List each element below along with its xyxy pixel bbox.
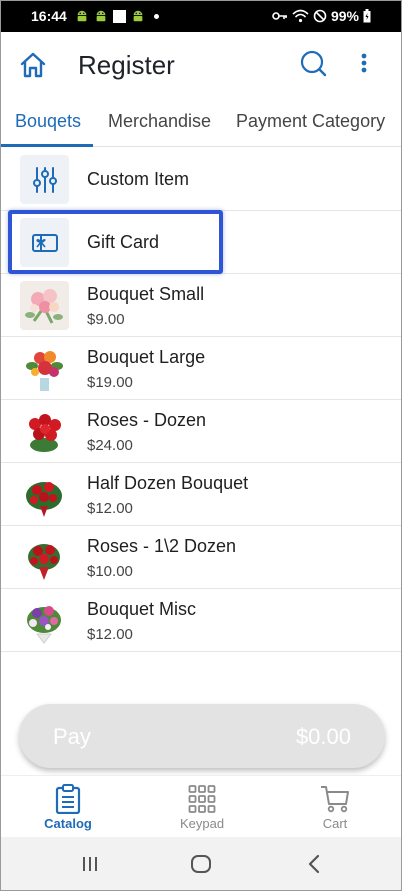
home-button-icon[interactable]: [190, 854, 212, 874]
notification-dot-icon: [154, 13, 159, 19]
tab-merchandise[interactable]: Merchandise: [108, 111, 211, 132]
cart-icon: [321, 786, 349, 813]
bouquet-misc-image: [20, 596, 69, 645]
battery-icon: [363, 9, 371, 23]
bouquet-small-image: [20, 281, 69, 330]
item-name: Custom Item: [87, 169, 190, 189]
item-name: Roses - 1\2 Dozen: [87, 536, 237, 556]
item-price: $12.00: [87, 500, 133, 517]
item-list: Custom Item Gift Card Bouquet Small $9.0…: [1, 148, 401, 652]
bottom-nav: Catalog Keypad Cart: [1, 775, 401, 837]
category-tabs: Bouqets Merchandise Payment Category: [1, 98, 401, 147]
gift-card-icon: [20, 218, 69, 267]
status-system-icons: 99%: [272, 8, 371, 24]
android-icon: [133, 10, 143, 22]
list-item-bouquet-small[interactable]: Bouquet Small $9.00: [1, 274, 401, 337]
pay-label: Pay: [53, 724, 91, 749]
bouquet-large-image: [20, 344, 69, 393]
roses-dozen-image: [20, 407, 69, 456]
do-not-disturb-icon: [313, 9, 327, 23]
half-dozen-image: [20, 470, 69, 519]
phone-screen: 16:44 99% Register Bouqets Merchandise P…: [0, 0, 402, 891]
app-bar: Register: [1, 32, 401, 98]
sliders-icon: [20, 155, 69, 204]
list-item-bouquet-misc[interactable]: Bouquet Misc $12.00: [1, 589, 401, 652]
system-nav-bar: [1, 837, 401, 890]
tab-payment-category[interactable]: Payment Category: [236, 111, 385, 132]
page-title: Register: [78, 50, 175, 80]
list-item-half-dozen-bouquet[interactable]: Half Dozen Bouquet $12.00: [1, 463, 401, 526]
search-icon[interactable]: [299, 49, 327, 77]
more-vert-icon[interactable]: [359, 52, 369, 78]
android-icon: [77, 10, 87, 22]
nav-cart[interactable]: Cart: [285, 784, 385, 831]
item-price: $24.00: [87, 437, 133, 454]
item-name: Roses - Dozen: [87, 410, 207, 430]
status-time: 16:44: [31, 8, 67, 24]
list-item-custom-item[interactable]: Custom Item: [1, 148, 401, 211]
nav-label: Keypad: [179, 816, 225, 831]
back-icon[interactable]: [306, 854, 322, 874]
nav-label: Catalog: [44, 816, 92, 831]
pay-amount: $0.00: [295, 724, 351, 749]
list-item-roses-dozen[interactable]: Roses - Dozen $24.00: [1, 400, 401, 463]
item-name: Half Dozen Bouquet: [87, 473, 249, 493]
list-item-roses-half-dozen[interactable]: Roses - 1\2 Dozen $10.00: [1, 526, 401, 589]
status-bar: 16:44 99%: [1, 1, 401, 32]
key-icon: [272, 12, 287, 20]
item-price: $9.00: [87, 311, 125, 328]
white-square-icon: [113, 9, 126, 23]
wifi-icon: [292, 9, 309, 23]
item-price: $19.00: [87, 374, 133, 391]
nav-label: Cart: [322, 816, 348, 831]
item-name: Bouquet Misc: [87, 599, 197, 619]
item-name: Gift Card: [87, 232, 160, 252]
roses-half-dozen-image: [20, 533, 69, 582]
item-price: $10.00: [87, 563, 133, 580]
list-item-bouquet-large[interactable]: Bouquet Large $19.00: [1, 337, 401, 400]
tab-bouqets[interactable]: Bouqets: [15, 111, 81, 132]
clipboard-icon: [55, 784, 81, 814]
active-tab-indicator: [1, 144, 93, 147]
android-icon: [96, 10, 106, 22]
item-name: Bouquet Large: [87, 347, 206, 367]
item-price: $12.00: [87, 626, 133, 643]
pay-button[interactable]: Pay $0.00: [19, 704, 385, 768]
nav-catalog[interactable]: Catalog: [18, 784, 118, 831]
status-notification-icons: [75, 9, 159, 23]
home-icon[interactable]: [19, 51, 47, 79]
item-name: Bouquet Small: [87, 284, 205, 304]
battery-percent: 99%: [330, 8, 359, 24]
recents-icon[interactable]: [81, 855, 99, 873]
nav-keypad[interactable]: Keypad: [152, 784, 252, 831]
list-item-gift-card[interactable]: Gift Card: [1, 211, 401, 274]
keypad-icon: [188, 785, 216, 813]
